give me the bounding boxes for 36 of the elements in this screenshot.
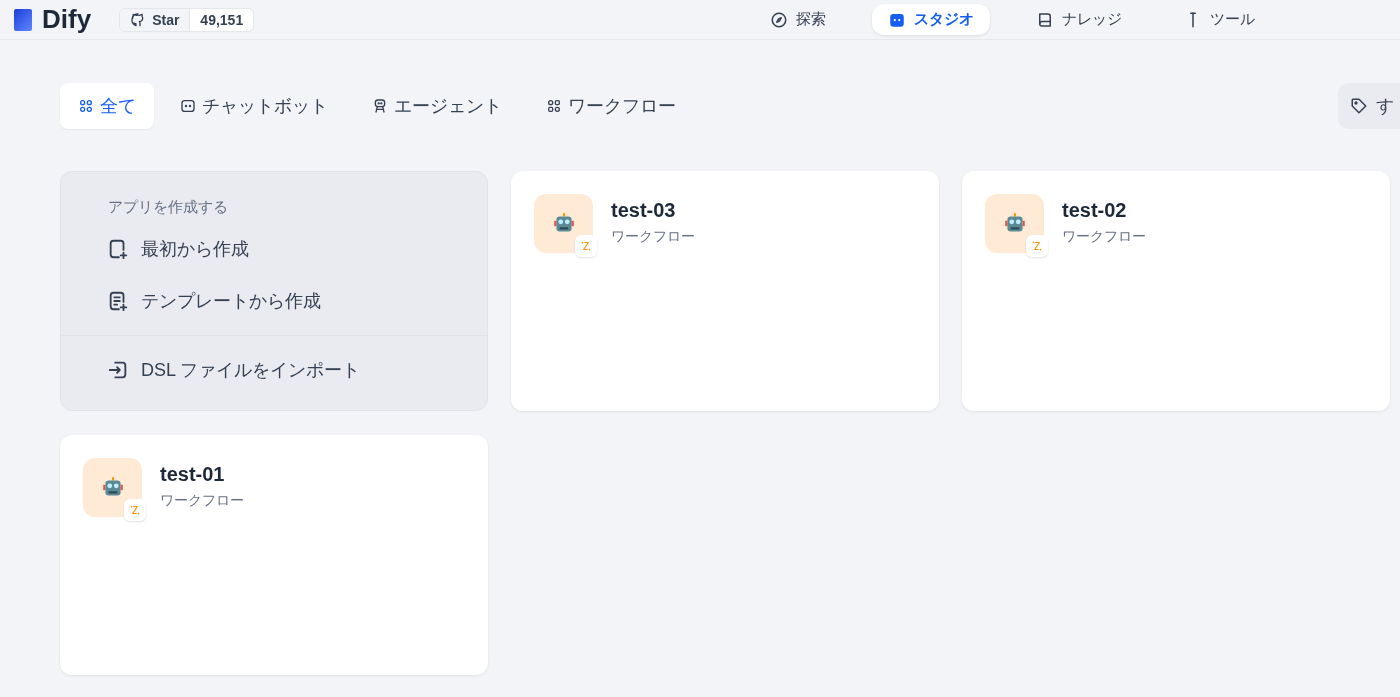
app-type: ワークフロー — [1062, 228, 1146, 246]
template-file-icon — [107, 290, 129, 312]
compass-icon — [770, 10, 788, 29]
nav-tab[interactable]: ナレッジ — [1020, 4, 1138, 35]
filter-tab[interactable]: エージェント — [354, 83, 520, 129]
import-icon — [107, 359, 129, 381]
robot-icon — [372, 98, 388, 114]
workflow-icon — [546, 98, 562, 114]
tag-filter[interactable]: す — [1338, 83, 1400, 129]
app-card[interactable]: test-03 ワークフロー — [511, 171, 939, 411]
nav-tab[interactable]: ツール — [1168, 4, 1271, 35]
app-card[interactable]: test-01 ワークフロー — [60, 435, 488, 675]
logo[interactable]: Dify — [14, 4, 92, 35]
card-heading: アプリを作成する — [107, 198, 229, 217]
chat-bubble-icon — [180, 98, 196, 114]
grid-icon — [78, 98, 94, 114]
logo-text: Dify — [42, 4, 92, 35]
app-name: test-03 — [611, 199, 677, 222]
app-type: ワークフロー — [160, 492, 244, 510]
filter-tab[interactable]: ワークフロー — [528, 83, 694, 129]
app-name: test-01 — [160, 463, 226, 486]
new-file-icon — [107, 238, 129, 260]
tag-icon — [1350, 97, 1368, 115]
nav-tab[interactable]: 探索 — [754, 4, 842, 35]
import-option[interactable]: DSL ファイルをインポート — [61, 344, 487, 396]
star-count[interactable]: 49,151 — [189, 8, 254, 31]
filter-tab[interactable]: 全て — [60, 83, 154, 129]
app-type: ワークフロー — [611, 228, 695, 246]
nav-tab[interactable]: スタジオ — [872, 4, 990, 35]
app-card[interactable]: test-02 ワークフロー — [962, 171, 1390, 411]
create-option[interactable]: テンプレートから作成 — [61, 275, 487, 327]
create-option[interactable]: 最初から作成 — [61, 223, 487, 275]
logo-icon — [14, 8, 32, 31]
filter-tab[interactable]: チャットボット — [162, 83, 346, 129]
app-name: test-02 — [1062, 199, 1128, 222]
book-icon — [1036, 10, 1054, 29]
